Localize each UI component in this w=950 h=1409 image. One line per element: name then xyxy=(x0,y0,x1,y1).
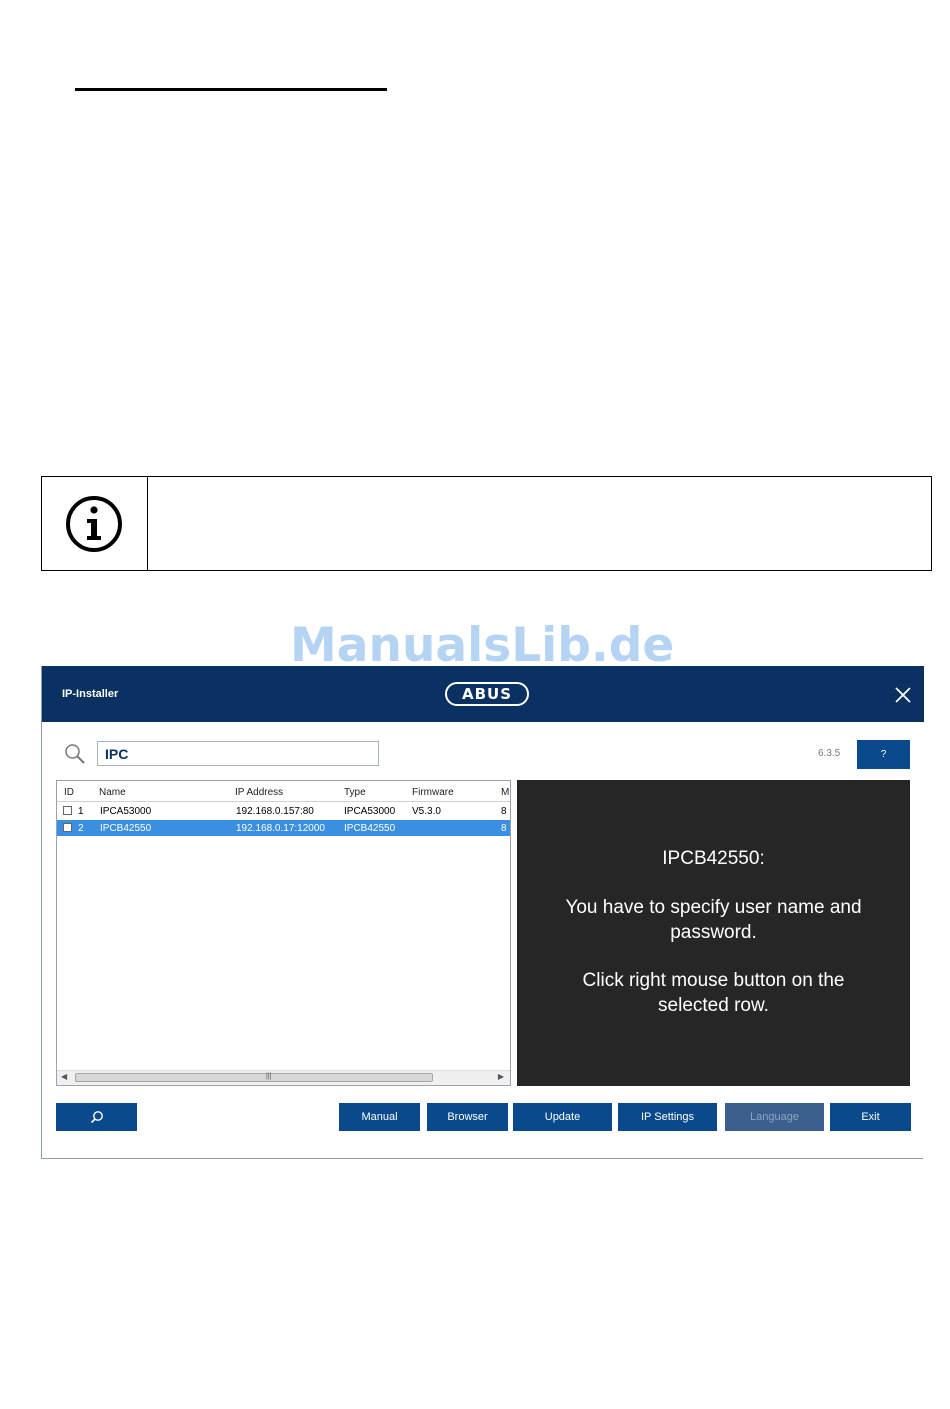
search-icon xyxy=(65,744,85,764)
table-row-selected[interactable]: 2 IPCB42550 192.168.0.17:12000 IPCB42550… xyxy=(57,820,510,836)
title-bar: IP-Installer ABUS xyxy=(42,666,924,722)
column-header-type[interactable]: Type xyxy=(344,787,366,798)
cell-type: IPCB42550 xyxy=(344,823,396,834)
row-checkbox[interactable] xyxy=(63,823,72,832)
ip-installer-window: IP-Installer ABUS 6.3.5 ? ID Name IP Add… xyxy=(41,666,924,1159)
column-header-firmware[interactable]: Firmware xyxy=(412,787,454,798)
horizontal-scrollbar[interactable]: ◀ ||| ▶ xyxy=(57,1070,510,1085)
cell-mac: 8 xyxy=(501,806,507,817)
watermark: ManualsLib.de xyxy=(290,618,675,673)
device-message-panel: IPCB42550: You have to specify user name… xyxy=(517,780,910,1086)
close-icon[interactable] xyxy=(894,686,912,704)
row-checkbox[interactable] xyxy=(63,806,72,815)
column-header-ip-address[interactable]: IP Address xyxy=(235,787,283,798)
version-label: 6.3.5 xyxy=(818,748,841,759)
scan-button[interactable] xyxy=(56,1103,137,1131)
manual-button[interactable]: Manual xyxy=(339,1103,420,1131)
scroll-left-arrow-icon[interactable]: ◀ xyxy=(61,1072,67,1081)
column-header-id[interactable]: ID xyxy=(64,787,74,798)
info-icon-cell xyxy=(42,477,148,570)
column-header-mac[interactable]: M. xyxy=(501,787,510,798)
update-button[interactable]: Update xyxy=(513,1103,612,1131)
message-device-name: IPCB42550: xyxy=(662,848,765,869)
column-header-name[interactable]: Name xyxy=(99,787,126,798)
cell-name: IPCA53000 xyxy=(100,806,152,817)
search-input[interactable] xyxy=(97,741,379,766)
message-text: password. xyxy=(670,922,757,943)
ip-settings-button[interactable]: IP Settings xyxy=(618,1103,717,1131)
info-note-box xyxy=(41,476,932,571)
exit-button[interactable]: Exit xyxy=(830,1103,911,1131)
message-text: Click right mouse button on the xyxy=(582,970,845,991)
cell-mac: 8 xyxy=(501,823,507,834)
scroll-right-arrow-icon[interactable]: ▶ xyxy=(498,1072,504,1081)
table-header: ID Name IP Address Type Firmware M. xyxy=(57,781,510,802)
scrollbar-thumb[interactable]: ||| xyxy=(75,1073,433,1082)
window-title: IP-Installer xyxy=(62,688,119,700)
device-table: ID Name IP Address Type Firmware M. 1 IP… xyxy=(56,780,511,1086)
message-text: selected row. xyxy=(658,995,769,1016)
section-heading-underline xyxy=(75,88,387,91)
cell-id: 2 xyxy=(78,823,84,834)
table-row[interactable]: 1 IPCA53000 192.168.0.157:80 IPCA53000 V… xyxy=(57,803,510,819)
cell-firmware: V5.3.0 xyxy=(412,806,441,817)
scrollbar-grip-icon: ||| xyxy=(266,1073,272,1080)
language-button[interactable]: Language xyxy=(725,1103,824,1131)
message-text: You have to specify user name and xyxy=(565,897,862,918)
browser-button[interactable]: Browser xyxy=(427,1103,508,1131)
info-icon xyxy=(66,496,122,552)
cell-ip-address: 192.168.0.17:12000 xyxy=(236,823,325,834)
abus-logo: ABUS xyxy=(445,682,529,706)
cell-name: IPCB42550 xyxy=(100,823,152,834)
help-button[interactable]: ? xyxy=(857,740,910,769)
cell-type: IPCA53000 xyxy=(344,806,396,817)
cell-id: 1 xyxy=(78,806,84,817)
cell-ip-address: 192.168.0.157:80 xyxy=(236,806,314,817)
search-icon xyxy=(90,1111,103,1124)
